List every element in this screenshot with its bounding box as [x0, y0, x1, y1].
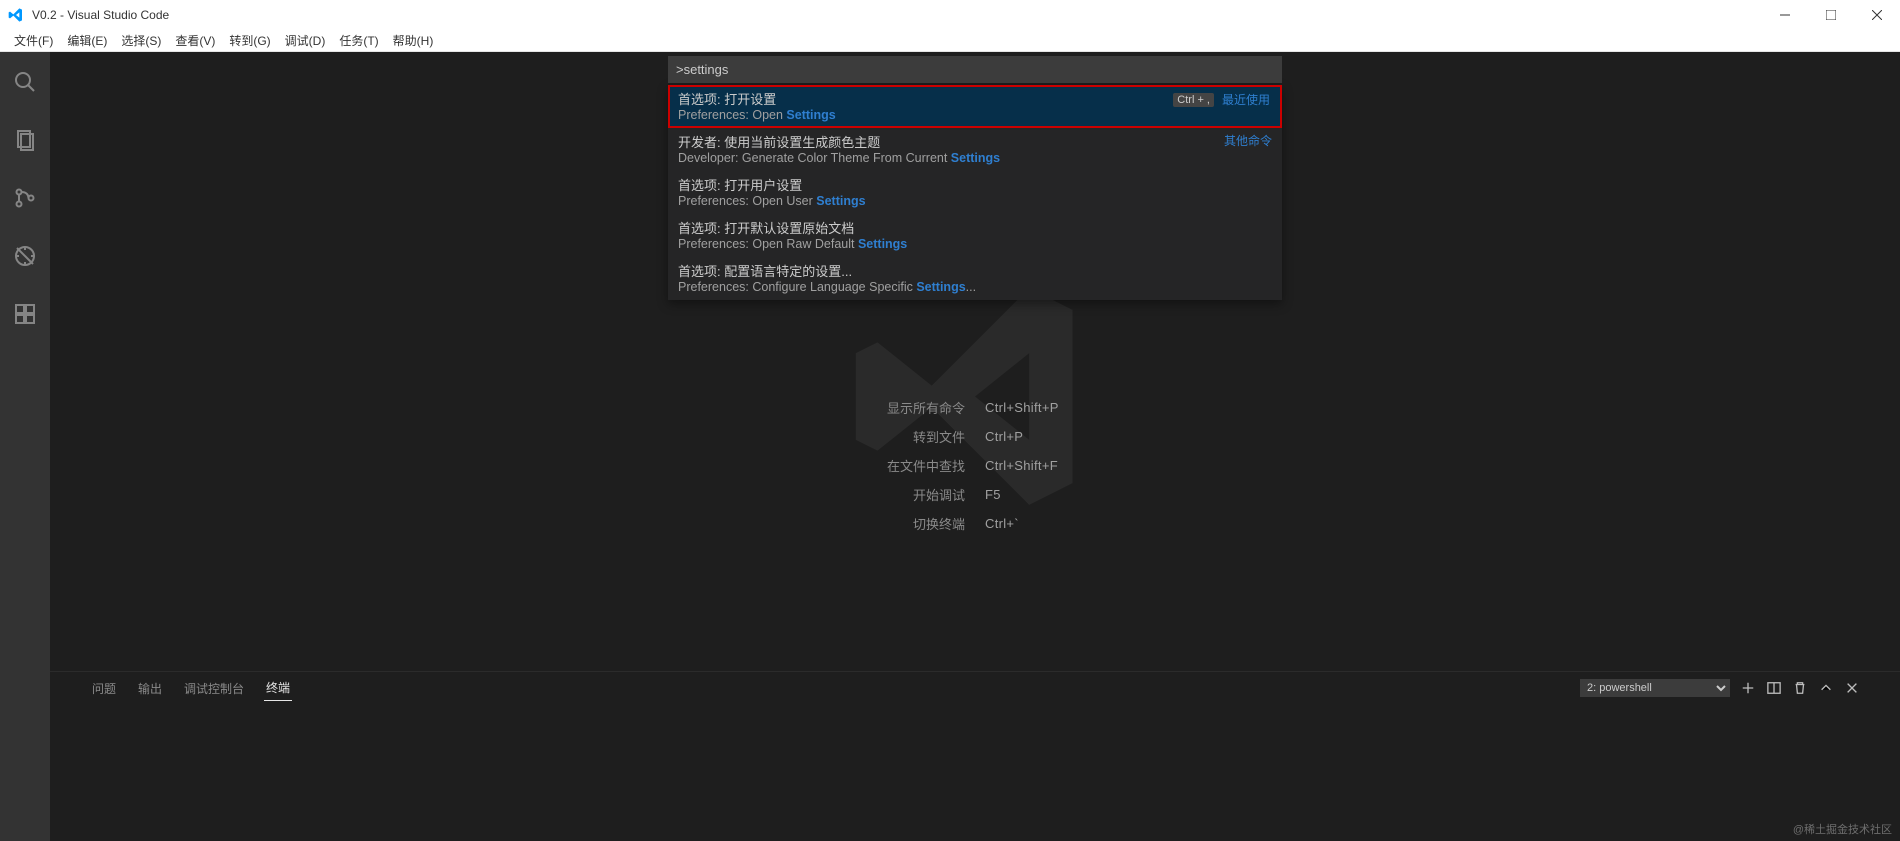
- menu-view[interactable]: 查看(V): [169, 30, 221, 51]
- command-palette: 首选项: 打开设置Preferences: Open SettingsCtrl …: [668, 56, 1282, 300]
- command-palette-input[interactable]: [668, 56, 1282, 83]
- menu-go[interactable]: 转到(G): [223, 30, 276, 51]
- panel-tab-output[interactable]: 输出: [136, 676, 164, 701]
- shortcut-hint-key: Ctrl+P: [985, 429, 1145, 444]
- panel-close-icon[interactable]: [1844, 680, 1860, 696]
- minimize-button[interactable]: [1762, 0, 1808, 30]
- explorer-icon[interactable]: [0, 120, 50, 160]
- terminal-new-icon[interactable]: [1740, 680, 1756, 696]
- editor-area: 首选项: 打开设置Preferences: Open SettingsCtrl …: [50, 52, 1900, 841]
- keyboard-shortcut: Ctrl + ,: [1173, 93, 1214, 107]
- maximize-button[interactable]: [1808, 0, 1854, 30]
- menu-help[interactable]: 帮助(H): [387, 30, 440, 51]
- command-palette-item-subtitle: Preferences: Open User Settings: [678, 194, 1272, 208]
- shortcut-hint-label: 切换终端: [805, 514, 965, 533]
- command-palette-item-title: 开发者: 使用当前设置生成颜色主题: [678, 132, 1272, 151]
- command-palette-item-subtitle: Preferences: Open Settings: [678, 108, 1272, 122]
- window-title: V0.2 - Visual Studio Code: [32, 8, 169, 22]
- panel-maximize-icon[interactable]: [1818, 680, 1834, 696]
- command-palette-item[interactable]: 开发者: 使用当前设置生成颜色主题Developer: Generate Col…: [668, 128, 1282, 171]
- shortcut-hint-row: 切换终端 Ctrl+`: [805, 514, 1145, 533]
- close-button[interactable]: [1854, 0, 1900, 30]
- command-palette-item-subtitle: Preferences: Open Raw Default Settings: [678, 237, 1272, 251]
- activity-bar: [0, 52, 50, 841]
- debug-icon[interactable]: [0, 236, 50, 276]
- menu-tasks[interactable]: 任务(T): [333, 30, 384, 51]
- image-credit: @稀土掘金技术社区: [1793, 821, 1892, 837]
- vscode-logo-icon: [8, 7, 24, 23]
- panel-tab-problems[interactable]: 问题: [90, 676, 118, 701]
- command-palette-item[interactable]: 首选项: 打开设置Preferences: Open SettingsCtrl …: [668, 85, 1282, 128]
- shortcut-hint-row: 在文件中查找 Ctrl+Shift+F: [805, 456, 1145, 475]
- welcome-shortcuts: 显示所有命令 Ctrl+Shift+P 转到文件 Ctrl+P 在文件中查找 Ctrl+S…: [805, 388, 1145, 543]
- command-palette-item[interactable]: 首选项: 配置语言特定的设置...Preferences: Configure …: [668, 257, 1282, 300]
- menu-file[interactable]: 文件(F): [8, 30, 59, 51]
- shortcut-hint-key: Ctrl+Shift+P: [985, 400, 1145, 415]
- command-palette-item-title: 首选项: 配置语言特定的设置...: [678, 261, 1272, 280]
- shortcut-hint-label: 显示所有命令: [805, 398, 965, 417]
- command-palette-section-tag: 其他命令: [1224, 132, 1272, 149]
- command-palette-item[interactable]: 首选项: 打开默认设置原始文档Preferences: Open Raw Def…: [668, 214, 1282, 257]
- command-palette-list: 首选项: 打开设置Preferences: Open SettingsCtrl …: [668, 85, 1282, 300]
- shortcut-hint-label: 在文件中查找: [805, 456, 965, 475]
- bottom-panel: 问题 输出 调试控制台 终端 2: powershell @稀土掘金技术社区: [50, 671, 1900, 841]
- menu-edit[interactable]: 编辑(E): [61, 30, 113, 51]
- menu-debug[interactable]: 调试(D): [279, 30, 332, 51]
- panel-tab-debugconsole[interactable]: 调试控制台: [182, 676, 246, 701]
- shortcut-hint-label: 开始调试: [805, 485, 965, 504]
- command-palette-item[interactable]: 首选项: 打开用户设置Preferences: Open User Settin…: [668, 171, 1282, 214]
- shortcut-hint-label: 转到文件: [805, 427, 965, 446]
- shortcut-hint-row: 开始调试 F5: [805, 485, 1145, 504]
- terminal-kill-icon[interactable]: [1792, 680, 1808, 696]
- shortcut-hint-key: Ctrl+`: [985, 516, 1145, 531]
- menu-selection[interactable]: 选择(S): [115, 30, 167, 51]
- shortcut-hint-key: Ctrl+Shift+F: [985, 458, 1145, 473]
- shortcut-hint-key: F5: [985, 487, 1145, 502]
- terminal-selector[interactable]: 2: powershell: [1580, 679, 1730, 697]
- window-titlebar: V0.2 - Visual Studio Code: [0, 0, 1900, 30]
- search-icon[interactable]: [0, 62, 50, 102]
- shortcut-hint-row: 显示所有命令 Ctrl+Shift+P: [805, 398, 1145, 417]
- command-palette-item-title: 首选项: 打开用户设置: [678, 175, 1272, 194]
- scm-icon[interactable]: [0, 178, 50, 218]
- terminal-split-icon[interactable]: [1766, 680, 1782, 696]
- command-palette-section-tag: 最近使用: [1222, 91, 1270, 108]
- extensions-icon[interactable]: [0, 294, 50, 334]
- shortcut-hint-row: 转到文件 Ctrl+P: [805, 427, 1145, 446]
- command-palette-item-subtitle: Developer: Generate Color Theme From Cur…: [678, 151, 1272, 165]
- panel-tab-terminal[interactable]: 终端: [264, 675, 292, 701]
- menubar: 文件(F) 编辑(E) 选择(S) 查看(V) 转到(G) 调试(D) 任务(T…: [0, 30, 1900, 52]
- command-palette-item-subtitle: Preferences: Configure Language Specific…: [678, 280, 1272, 294]
- command-palette-item-title: 首选项: 打开默认设置原始文档: [678, 218, 1272, 237]
